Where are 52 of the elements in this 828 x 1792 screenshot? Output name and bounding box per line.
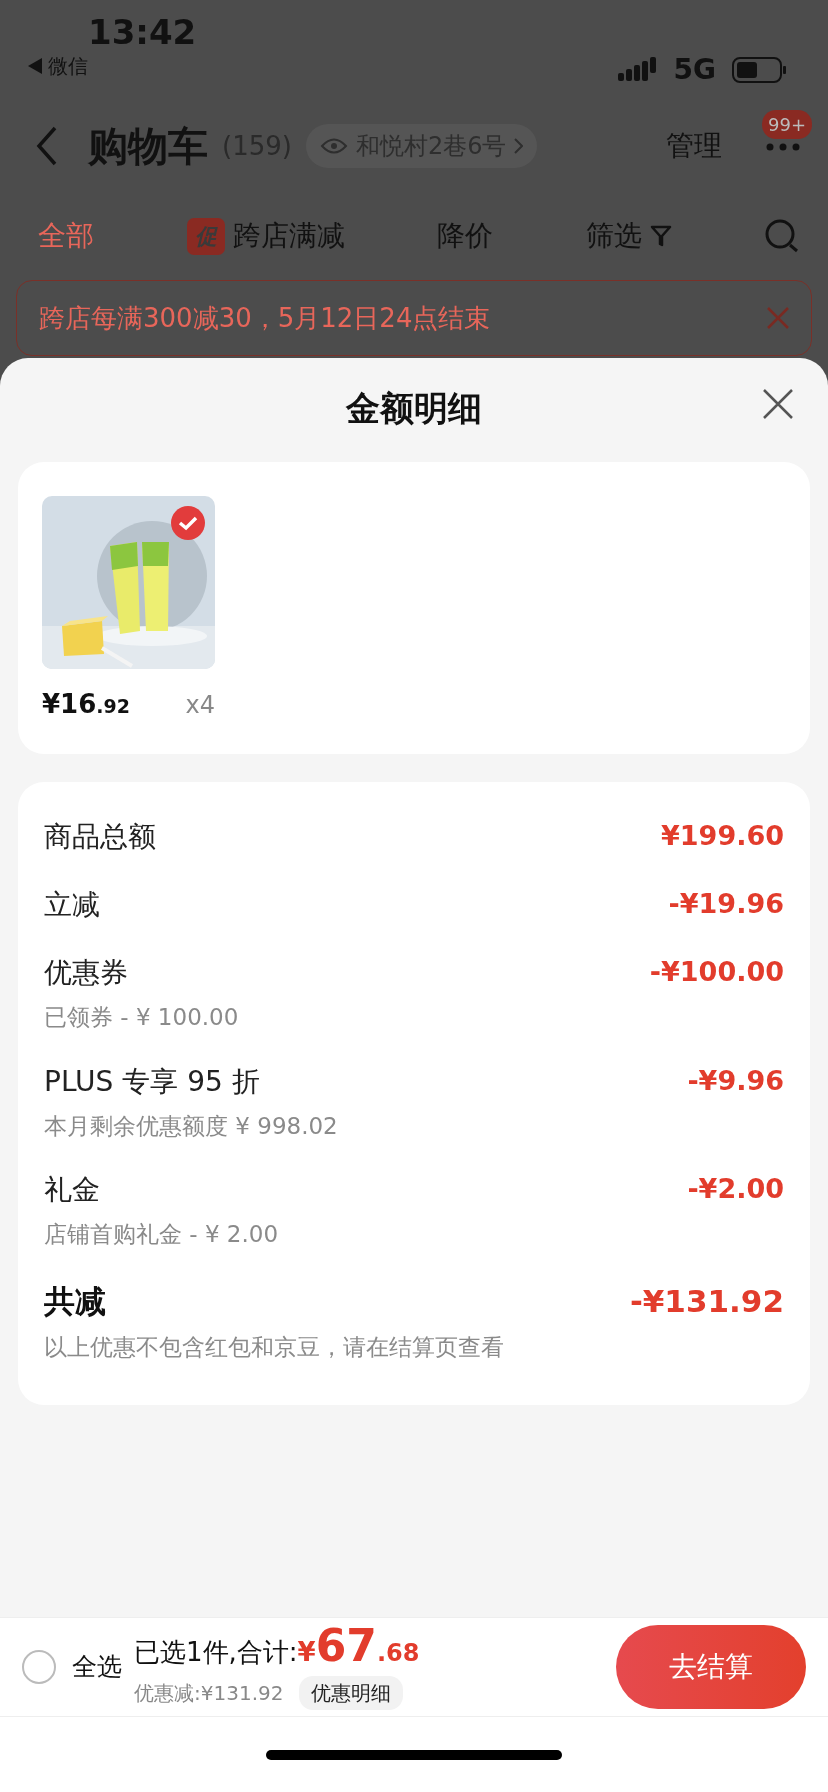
sheet-title: 金额明细 [346,386,482,430]
item-quantity: x4 [185,690,215,721]
tab-label: 跨店满减 [232,218,345,254]
filter-icon [649,224,672,248]
page-title: 购物车 [88,122,208,171]
row-amount: -¥100.00 [649,955,784,989]
promo-tag: 促 [186,217,225,255]
total-amount: -¥131.92 [629,1281,784,1321]
discount-text: 优惠减:¥131.92 [134,1680,284,1707]
battery-icon [732,56,788,84]
total-price: 67 [315,1624,377,1668]
manage-link[interactable]: 管理 [666,125,722,167]
checkmark-icon[interactable] [171,506,205,540]
filter-tab[interactable]: 全部 [38,215,94,257]
row-amount: -¥19.96 [668,887,784,921]
filter-tab[interactable]: 促 跨店满减 [186,215,345,257]
close-icon[interactable] [762,388,794,420]
filter-tab[interactable]: 筛选 [585,215,672,257]
row-sublabel: 店铺首购礼金 - ¥ 2.00 [44,1220,279,1249]
select-all-label: 全选 [72,1651,122,1684]
notification-count: 99+ [762,110,812,139]
filter-tab[interactable]: 降价 [437,215,493,257]
row-amount: ¥199.60 [661,819,784,853]
row-label: 礼金 [44,1172,101,1208]
summary-label: 已选1件,合计: [134,1636,298,1669]
back-triangle-icon [28,58,42,75]
details-button[interactable]: 优惠明细 [299,1676,404,1710]
row-label: PLUS 专享 95 折 [44,1063,261,1100]
chevron-icon [514,138,524,154]
row-label: 立减 [44,887,100,923]
total-note: 以上优惠不包含红包和京豆，请在结算页查看 [44,1333,504,1362]
checkout-button[interactable]: 去结算 [616,1625,806,1709]
row-amount: -¥2.00 [687,1172,784,1206]
row-label: 商品总额 [44,819,156,855]
row-sublabel: 本月剩余优惠额度 ¥ 998.02 [44,1111,338,1141]
row-sublabel: 已领券 - ¥ 100.00 [44,1003,239,1032]
row-amount: -¥9.96 [687,1063,784,1098]
network-label: 5G [673,52,716,88]
currency-sign: ¥ [297,1636,316,1669]
back-icon[interactable] [36,126,58,166]
promo-text: 跨店每满300减30，5月12日24点结束 [39,301,491,335]
more-icon[interactable] [766,142,800,151]
signal-icon [617,57,658,83]
select-all-radio[interactable] [22,1650,56,1684]
back-app-link[interactable]: 微信 [48,51,88,82]
item-price: ¥16.92 [42,688,130,721]
total-label: 共减 [44,1281,107,1321]
eye-icon [319,137,348,155]
clock-time: 13:42 [88,14,197,52]
row-label: 优惠券 [44,955,129,991]
search-icon[interactable] [764,218,800,254]
total-decimal: .68 [376,1638,420,1669]
